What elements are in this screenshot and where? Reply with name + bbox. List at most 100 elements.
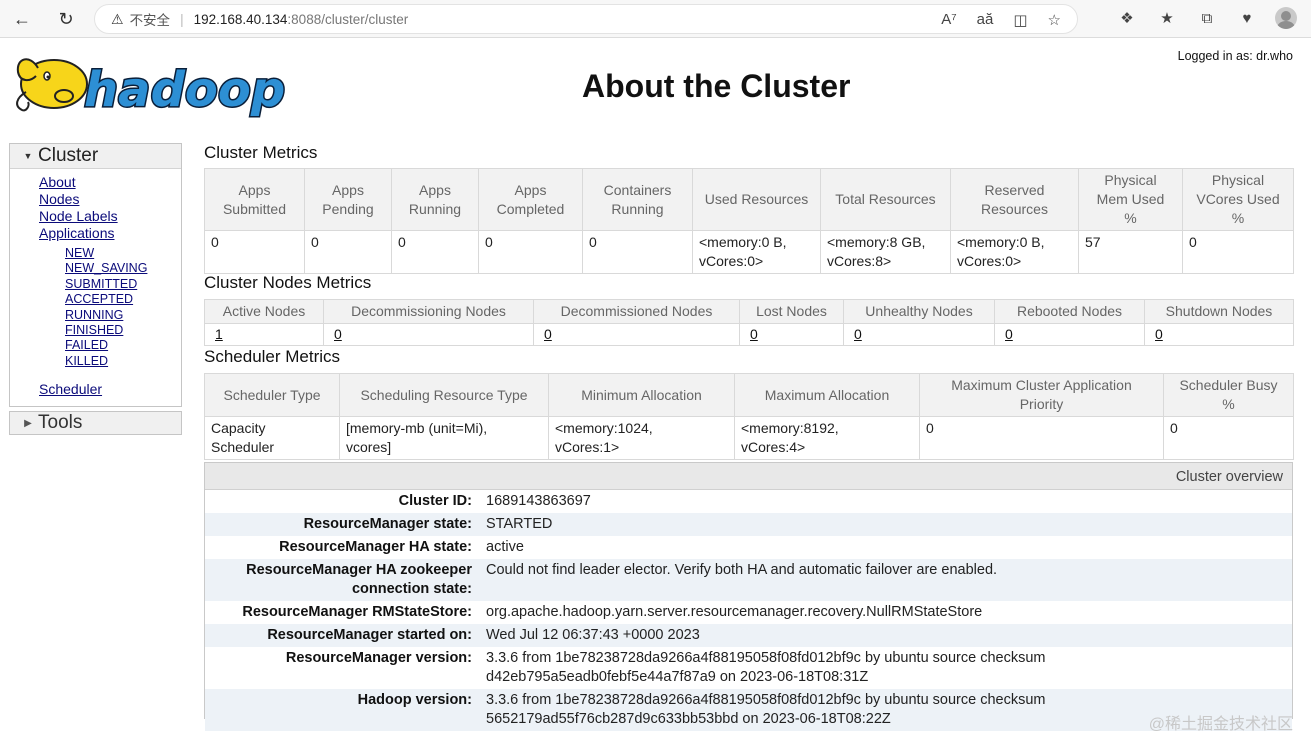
sidebar-link-submitted[interactable]: SUBMITTED bbox=[65, 277, 137, 291]
scheduler-metrics-header-5: Scheduler Busy% bbox=[1163, 373, 1294, 417]
node-metrics-value-1[interactable]: 0 bbox=[323, 323, 534, 346]
cluster-metrics-header-4: Containers Running bbox=[582, 168, 693, 231]
sidebar-link-applications[interactable]: Applications bbox=[39, 225, 115, 241]
cluster-metrics-header-row: Apps Submitted Apps Pending Apps Running Apps C… bbox=[204, 168, 1294, 231]
node-metrics-header-4: Unhealthy Nodes bbox=[843, 299, 995, 324]
node-metrics-table: Active Nodes Decommissioning Nodes Decommi… bbox=[204, 299, 1294, 346]
collections-icon[interactable]: ⧉ bbox=[1195, 6, 1219, 30]
node-metrics-value-3[interactable]: 0 bbox=[739, 323, 844, 346]
scheduler-metrics-value-2: <memory:1024, vCores:1> bbox=[548, 416, 735, 460]
sidebar-link-accepted[interactable]: ACCEPTED bbox=[65, 292, 133, 306]
scheduler-metrics-header-0: Scheduler Type bbox=[204, 373, 340, 417]
cluster-metrics-header-7: Reserved Resources bbox=[950, 168, 1079, 231]
overview-row: ResourceManager version: 3.3.6 from 1be78… bbox=[205, 647, 1292, 689]
sidebar-link-nodes[interactable]: Nodes bbox=[39, 191, 79, 207]
sidebar-cluster-panel: ▼ Cluster About Nodes Node Labels Applic… bbox=[9, 143, 182, 407]
node-metrics-value-link-1[interactable]: 0 bbox=[334, 326, 342, 342]
node-metrics-value-link-0[interactable]: 1 bbox=[215, 326, 223, 342]
node-metrics-header-2: Decommissioned Nodes bbox=[533, 299, 740, 324]
node-metrics-value-link-2[interactable]: 0 bbox=[544, 326, 552, 342]
reload-icon[interactable]: ↻ bbox=[53, 6, 79, 32]
node-metrics-value-4[interactable]: 0 bbox=[843, 323, 995, 346]
sidebar-link-new-saving[interactable]: NEW_SAVING bbox=[65, 261, 147, 275]
overview-key: ResourceManager HA zookeeper connection s… bbox=[246, 562, 472, 597]
cluster-metrics-value-5: <memory:0 B, vCores:0> bbox=[692, 230, 821, 274]
node-metrics-value-link-6[interactable]: 0 bbox=[1155, 326, 1163, 342]
browser-toolbar: ← ↻ ⚠ 不安全 | 192.168.40.134:8088/cluster/… bbox=[0, 0, 1311, 38]
extensions-icon[interactable]: ❖ bbox=[1115, 6, 1139, 30]
read-aloud-icon[interactable]: A⁷ bbox=[941, 11, 956, 29]
scheduler-metrics-value-5: 0 bbox=[1163, 416, 1294, 460]
back-icon[interactable]: ← bbox=[9, 6, 35, 32]
url-path: :8088/cluster/cluster bbox=[287, 11, 409, 27]
hadoop-logo[interactable]: hadoop bbox=[12, 46, 312, 120]
overview-row: ResourceManager started on: Wed Jul 12 06… bbox=[205, 624, 1292, 647]
sidebar-link-new[interactable]: NEW bbox=[65, 246, 94, 260]
scheduler-metrics-title: Scheduler Metrics bbox=[204, 347, 341, 366]
scheduler-metrics-header-1: Scheduling Resource Type bbox=[339, 373, 549, 417]
node-metrics-value-2[interactable]: 0 bbox=[533, 323, 740, 346]
overview-row: ResourceManager RMStateStore: org.apache.… bbox=[205, 601, 1292, 624]
node-metrics-header-0: Active Nodes bbox=[204, 299, 324, 324]
node-metrics-header-1: Decommissioning Nodes bbox=[323, 299, 534, 324]
profile-avatar[interactable] bbox=[1275, 7, 1297, 29]
favorite-star-icon[interactable]: ☆ bbox=[1048, 11, 1061, 29]
insecure-label: 不安全 bbox=[129, 13, 171, 28]
translate-icon[interactable]: aă bbox=[977, 11, 994, 29]
overview-row: ResourceManager state: STARTED bbox=[205, 513, 1292, 536]
overview-value: 3.3.6 from 1be78238728da9266a4f88195058f… bbox=[486, 650, 1046, 685]
overview-value: 3.3.6 from 1be78238728da9266a4f88195058f… bbox=[486, 692, 1046, 727]
cluster-metrics-header-5: Used Resources bbox=[692, 168, 821, 231]
scheduler-metrics-value-row: Capacity Scheduler [memory-mb (unit=Mi), vc… bbox=[204, 416, 1294, 460]
caret-right-icon: ▶ bbox=[24, 417, 32, 429]
sidebar-link-about[interactable]: About bbox=[39, 174, 76, 190]
node-metrics-value-link-5[interactable]: 0 bbox=[1005, 326, 1013, 342]
node-metrics-value-0[interactable]: 1 bbox=[204, 323, 324, 346]
scheduler-metrics-value-0: Capacity Scheduler bbox=[204, 416, 340, 460]
url-host: 192.168.40.134 bbox=[193, 11, 288, 27]
cluster-metrics-header-8: Physical Mem Used% bbox=[1078, 168, 1183, 231]
logged-in-status: Logged in as: dr.who bbox=[1177, 49, 1293, 63]
page-title: About the Cluster bbox=[582, 68, 851, 104]
cluster-metrics-value-8: 57 bbox=[1078, 230, 1183, 274]
sidebar-tools-header[interactable]: ▶ Tools bbox=[9, 411, 182, 435]
cluster-overview-header: Cluster overview bbox=[205, 463, 1292, 490]
sidebar-link-node-labels[interactable]: Node Labels bbox=[39, 208, 118, 224]
sidebar-link-failed[interactable]: FAILED bbox=[65, 338, 108, 352]
overview-row: ResourceManager HA zookeeper connection s… bbox=[205, 559, 1292, 601]
overview-row: Cluster ID: 1689143863697 bbox=[205, 490, 1292, 513]
overview-key: Hadoop version: bbox=[357, 692, 472, 708]
sidebar-link-running[interactable]: RUNNING bbox=[65, 308, 123, 322]
node-metrics-value-5[interactable]: 0 bbox=[994, 323, 1145, 346]
cluster-metrics-value-0: 0 bbox=[204, 230, 305, 274]
sidebar-link-killed[interactable]: KILLED bbox=[65, 354, 108, 368]
split-screen-icon[interactable]: ◫ bbox=[1013, 11, 1027, 29]
node-metrics-value-row: 1 0 0 0 0 0 0 bbox=[204, 323, 1294, 346]
scheduler-metrics-header-2: Minimum Allocation bbox=[548, 373, 735, 417]
watermark-text: @稀土掘金技术社区 bbox=[1148, 716, 1293, 733]
favorites-icon[interactable]: ★ bbox=[1155, 6, 1179, 30]
scheduler-metrics-header-row: Scheduler Type Scheduling Resource Type Mi… bbox=[204, 373, 1294, 417]
node-metrics-value-6[interactable]: 0 bbox=[1144, 323, 1294, 346]
performance-icon[interactable]: ♥ bbox=[1235, 6, 1259, 30]
sidebar-cluster-header[interactable]: ▼ Cluster bbox=[10, 144, 181, 169]
cluster-metrics-value-9: 0 bbox=[1182, 230, 1294, 274]
overview-value: Wed Jul 12 06:37:43 +0000 2023 bbox=[486, 627, 700, 643]
node-metrics-title: Cluster Nodes Metrics bbox=[204, 273, 372, 292]
cluster-metrics-header-9: Physical VCores Used% bbox=[1182, 168, 1294, 231]
scheduler-metrics-value-3: <memory:8192, vCores:4> bbox=[734, 416, 920, 460]
node-metrics-value-link-3[interactable]: 0 bbox=[750, 326, 758, 342]
overview-value: STARTED bbox=[486, 516, 553, 532]
overview-value: active bbox=[486, 539, 524, 555]
cluster-metrics-value-7: <memory:0 B, vCores:0> bbox=[950, 230, 1079, 274]
overview-key: ResourceManager version: bbox=[285, 650, 472, 666]
cluster-metrics-value-4: 0 bbox=[582, 230, 693, 274]
node-metrics-header-5: Rebooted Nodes bbox=[994, 299, 1145, 324]
address-bar[interactable]: ⚠ 不安全 | 192.168.40.134:8088/cluster/clus… bbox=[94, 4, 1078, 34]
sidebar-link-scheduler[interactable]: Scheduler bbox=[39, 381, 102, 397]
overview-row: Hadoop version: 3.3.6 from 1be78238728da9… bbox=[205, 689, 1292, 731]
cluster-metrics-title: Cluster Metrics bbox=[204, 143, 318, 162]
node-metrics-value-link-4[interactable]: 0 bbox=[854, 326, 862, 342]
sidebar-link-finished[interactable]: FINISHED bbox=[65, 323, 123, 337]
cluster-metrics-header-1: Apps Pending bbox=[304, 168, 392, 231]
